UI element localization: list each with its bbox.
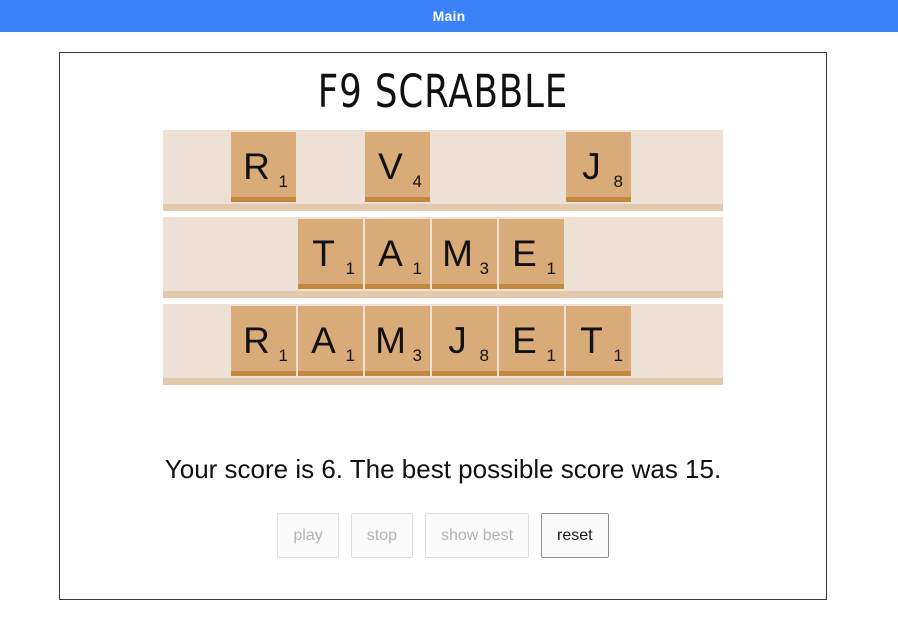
rack-slot[interactable] (431, 130, 498, 204)
tile-letter: E (512, 319, 537, 361)
tile-points: 1 (278, 346, 288, 365)
tile-points: 8 (479, 346, 489, 365)
rack-slot[interactable]: E1 (498, 304, 565, 378)
letter-tile[interactable]: T1 (298, 219, 363, 289)
rack-slot[interactable] (565, 217, 632, 291)
tile-rack: R1 V4 J8 (163, 130, 723, 211)
rack-slot[interactable] (297, 130, 364, 204)
letter-tile[interactable]: T1 (566, 306, 631, 376)
rack-slot[interactable] (230, 217, 297, 291)
rack-slot[interactable]: M3 (431, 217, 498, 291)
tile-letter: T (312, 232, 335, 274)
app-card: F9 SCRABBLE R1V4J8T1A1M3E1R1A1M3J8E1T1 Y… (59, 52, 827, 600)
page-wrapper: F9 SCRABBLE R1V4J8T1A1M3E1R1A1M3J8E1T1 Y… (0, 32, 898, 600)
play-button: play (277, 513, 339, 558)
control-buttons: play stop show best reset (60, 513, 826, 558)
tile-points: 1 (613, 346, 623, 365)
show-best-button: show best (424, 513, 530, 558)
rack-slot[interactable] (163, 130, 230, 204)
letter-tile[interactable]: M3 (432, 219, 497, 289)
tile-letter: R (243, 145, 270, 187)
tile-letter: E (512, 232, 537, 274)
rack-slot[interactable]: J8 (431, 304, 498, 378)
tile-letter: A (378, 232, 403, 274)
tile-letter: R (243, 319, 270, 361)
rack-slot[interactable]: T1 (297, 217, 364, 291)
rack-slot[interactable]: M3 (364, 304, 431, 378)
rack-slot[interactable] (498, 130, 565, 204)
rack-slot[interactable] (632, 304, 699, 378)
tile-letter: M (442, 232, 473, 274)
rack-slots: T1A1M3E1 (163, 217, 699, 291)
rack-slot[interactable]: A1 (297, 304, 364, 378)
tile-letter: V (378, 145, 403, 187)
rack-slot[interactable] (632, 130, 699, 204)
tile-letter: J (448, 319, 467, 361)
rack-slot[interactable]: E1 (498, 217, 565, 291)
letter-tile[interactable]: J8 (432, 306, 497, 376)
tile-letter: T (580, 319, 603, 361)
tile-letter: M (375, 319, 406, 361)
tile-points: 3 (412, 346, 422, 365)
rack-slot[interactable] (632, 217, 699, 291)
rack-slot[interactable]: V4 (364, 130, 431, 204)
tile-points: 1 (546, 346, 556, 365)
letter-tile[interactable]: E1 (499, 219, 564, 289)
letter-tile[interactable]: M3 (365, 306, 430, 376)
rack-slot[interactable]: R1 (230, 130, 297, 204)
rack-slot[interactable] (163, 304, 230, 378)
tile-letter: J (582, 145, 601, 187)
page-title: F9 SCRABBLE (317, 65, 569, 118)
status-text: Your score is 6. The best possible score… (164, 454, 722, 484)
letter-tile[interactable]: E1 (499, 306, 564, 376)
tile-letter: A (311, 319, 336, 361)
letter-tile[interactable]: A1 (365, 219, 430, 289)
tile-points: 4 (412, 172, 422, 191)
letter-tile[interactable]: A1 (298, 306, 363, 376)
rack-slot[interactable]: T1 (565, 304, 632, 378)
tile-rack: T1A1M3E1 (163, 217, 723, 298)
tile-rack: R1A1M3J8E1T1 (163, 304, 723, 385)
tile-points: 1 (345, 346, 355, 365)
tile-points: 1 (412, 259, 422, 278)
tile-points: 1 (345, 259, 355, 278)
window-titlebar: Main (0, 0, 898, 32)
letter-tile[interactable]: R1 (231, 306, 296, 376)
rack-slot[interactable]: J8 (565, 130, 632, 204)
rack-slot[interactable]: R1 (230, 304, 297, 378)
tile-points: 1 (546, 259, 556, 278)
scrabble-board: R1V4J8T1A1M3E1R1A1M3J8E1T1 (60, 130, 826, 385)
rack-slots: R1 V4 J8 (163, 130, 699, 204)
tile-points: 1 (278, 172, 288, 191)
rack-slot[interactable]: A1 (364, 217, 431, 291)
tile-points: 3 (479, 259, 489, 278)
tile-points: 8 (613, 172, 623, 191)
rack-slot[interactable] (163, 217, 230, 291)
rack-slots: R1A1M3J8E1T1 (163, 304, 699, 378)
reset-button[interactable]: reset (541, 513, 609, 558)
window-title: Main (432, 8, 466, 24)
letter-tile[interactable]: J8 (566, 132, 631, 202)
letter-tile[interactable]: R1 (231, 132, 296, 202)
letter-tile[interactable]: V4 (365, 132, 430, 202)
stop-button: stop (350, 513, 413, 558)
